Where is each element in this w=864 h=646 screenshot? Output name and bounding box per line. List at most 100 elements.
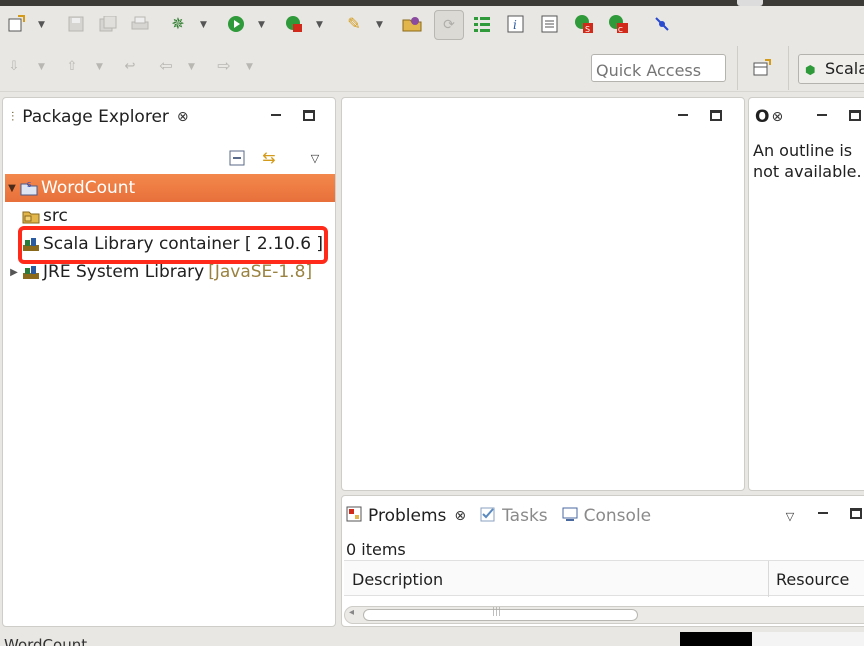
minimize-editor-icon[interactable]	[678, 114, 688, 116]
editor-area	[341, 97, 745, 491]
package-explorer-title: Package Explorer	[22, 107, 169, 127]
tree-item-label: Scala Library container [ 2.10.6 ]	[43, 234, 324, 254]
debug-bug-icon[interactable]: ✵	[168, 14, 188, 34]
new-wizard-icon[interactable]	[6, 14, 26, 34]
external-tools-dropdown-chevron-icon[interactable]: ▼	[376, 20, 383, 30]
source-folder-icon	[21, 207, 41, 225]
package-explorer-tab[interactable]: ⫶ Package Explorer ⊗	[3, 98, 189, 136]
tree-item-label: JRE System Library	[43, 262, 205, 282]
perspective-switcher-scala[interactable]: ⬢ Scala	[798, 54, 864, 84]
minimize-view-icon[interactable]	[271, 114, 281, 116]
close-tab-icon[interactable]: ⊗	[177, 109, 189, 125]
perspective-label: Scala	[825, 59, 864, 78]
collapsed-twisty-icon[interactable]: ▶	[7, 267, 21, 278]
toggle-mark-occurrences-icon[interactable]: ⟳	[434, 10, 464, 40]
tree-item-project[interactable]: ▼ S WordCount	[5, 174, 335, 202]
external-tools-icon[interactable]: ✎	[344, 14, 364, 34]
save-icon[interactable]	[66, 14, 86, 34]
coverage-icon[interactable]	[284, 14, 304, 34]
toolbar-separator	[737, 46, 738, 90]
open-type-icon[interactable]	[402, 14, 422, 34]
next-annotation-dropdown-chevron-icon[interactable]: ▼	[38, 62, 45, 72]
open-perspective-icon[interactable]	[752, 58, 772, 78]
outline-title: O	[755, 107, 770, 127]
heap-status-bar[interactable]	[680, 632, 752, 646]
quick-access-input[interactable]	[591, 54, 726, 82]
status-bar: WordCount	[0, 632, 864, 646]
maximize-view-icon[interactable]	[303, 110, 315, 121]
tasks-icon	[480, 506, 496, 527]
scrollbar-grip: |||	[492, 607, 502, 617]
forward-arrow-icon[interactable]: ⇨	[214, 56, 234, 76]
new-scala-project-icon[interactable]: S	[574, 14, 594, 34]
svg-text:S: S	[585, 25, 590, 34]
column-header-description[interactable]: Description	[352, 570, 443, 589]
outline-tab[interactable]: O ⊗	[749, 98, 783, 136]
svg-text:S: S	[27, 181, 32, 189]
tree-item-label: src	[43, 206, 68, 226]
task-list-icon[interactable]	[472, 14, 492, 34]
debug-dropdown-chevron-icon[interactable]: ▼	[200, 20, 207, 30]
problems-tab-strip: Problems ⊗ Tasks Console	[342, 496, 651, 536]
tab-console[interactable]: Console	[562, 506, 651, 527]
close-tab-icon[interactable]: ⊗	[771, 109, 783, 125]
forward-dropdown-chevron-icon[interactable]: ▼	[246, 62, 253, 72]
link-with-editor-icon[interactable]: ⇆	[259, 148, 279, 168]
navigation-toolbar: ⇩ ▼ ⇧ ▼ ↩ ⇦ ▼ ⇨ ▼ ⬢ Scala	[0, 44, 864, 92]
minimize-view-icon[interactable]	[817, 114, 827, 116]
view-menu-chevron-icon[interactable]: ▽	[305, 148, 325, 168]
coverage-dropdown-chevron-icon[interactable]: ▼	[316, 20, 323, 30]
run-dropdown-chevron-icon[interactable]: ▼	[258, 20, 265, 30]
svg-text:C: C	[618, 26, 623, 34]
run-icon[interactable]	[226, 14, 246, 34]
declaration-view-icon[interactable]	[540, 14, 560, 34]
svg-text:i: i	[513, 18, 517, 32]
tree-item-decoration: [JavaSE-1.8]	[208, 262, 313, 282]
tree-item-jre-library[interactable]: ▶ JRE System Library [JavaSE-1.8]	[5, 258, 335, 286]
scrollbar-thumb[interactable]: |||	[363, 607, 638, 621]
maximize-editor-icon[interactable]	[710, 110, 722, 121]
package-explorer-icon: ⫶	[11, 109, 15, 125]
problems-icon	[346, 506, 362, 527]
expanded-twisty-icon[interactable]: ▼	[5, 183, 19, 194]
new-dropdown-chevron-icon[interactable]: ▼	[38, 20, 45, 30]
tab-problems[interactable]: Problems ⊗	[346, 506, 466, 527]
outline-message-line: not available.	[753, 162, 862, 181]
close-tab-icon[interactable]: ⊗	[454, 508, 466, 524]
outline-empty-message: An outline is not available.	[753, 140, 862, 182]
console-icon	[562, 506, 578, 527]
maximize-view-icon[interactable]	[849, 110, 861, 121]
package-explorer-panel: ⫶ Package Explorer ⊗ ⇆ ▽ ▼ S WordCount s…	[2, 97, 336, 627]
last-edit-location-icon[interactable]: ↩	[120, 56, 140, 76]
scala-interpreter-icon[interactable]	[652, 14, 672, 34]
previous-annotation-icon[interactable]: ⇧	[62, 56, 82, 76]
javadoc-info-icon[interactable]: i	[506, 14, 526, 34]
outline-panel: O ⊗ An outline is not available.	[748, 97, 864, 491]
toolbar-separator	[788, 46, 789, 90]
maximize-view-icon[interactable]	[850, 508, 862, 519]
tree-item-src[interactable]: src	[5, 202, 335, 230]
outline-message-line: An outline is	[753, 141, 853, 160]
new-scala-class-icon[interactable]: C	[608, 14, 628, 34]
tab-tasks[interactable]: Tasks	[480, 506, 548, 527]
tree-item-label: WordCount	[41, 178, 136, 198]
back-arrow-icon[interactable]: ⇦	[156, 56, 176, 76]
print-icon[interactable]	[130, 14, 150, 34]
back-dropdown-chevron-icon[interactable]: ▼	[188, 62, 195, 72]
minimize-view-icon[interactable]	[818, 512, 828, 514]
tree-item-scala-library[interactable]: Scala Library container [ 2.10.6 ]	[5, 230, 335, 258]
tab-label: Problems	[368, 506, 447, 526]
scala-project-icon: S	[19, 179, 39, 197]
save-all-icon[interactable]	[98, 14, 118, 34]
column-divider[interactable]	[768, 561, 769, 597]
status-bar-text: WordCount	[4, 636, 88, 646]
tab-label: Tasks	[502, 506, 548, 526]
view-menu-chevron-icon[interactable]: ▽	[780, 506, 800, 526]
previous-annotation-dropdown-chevron-icon[interactable]: ▼	[96, 62, 103, 72]
horizontal-scrollbar[interactable]: ◂ |||	[344, 606, 864, 624]
next-annotation-icon[interactable]: ⇩	[4, 56, 24, 76]
main-toolbar: ▼ ✵ ▼ ▼ ▼ ✎ ▼ ⟳ i S C	[0, 6, 864, 44]
collapse-all-icon[interactable]	[227, 148, 247, 168]
column-header-resource[interactable]: Resource	[776, 570, 849, 589]
scroll-left-arrow-icon[interactable]: ◂	[349, 607, 354, 618]
